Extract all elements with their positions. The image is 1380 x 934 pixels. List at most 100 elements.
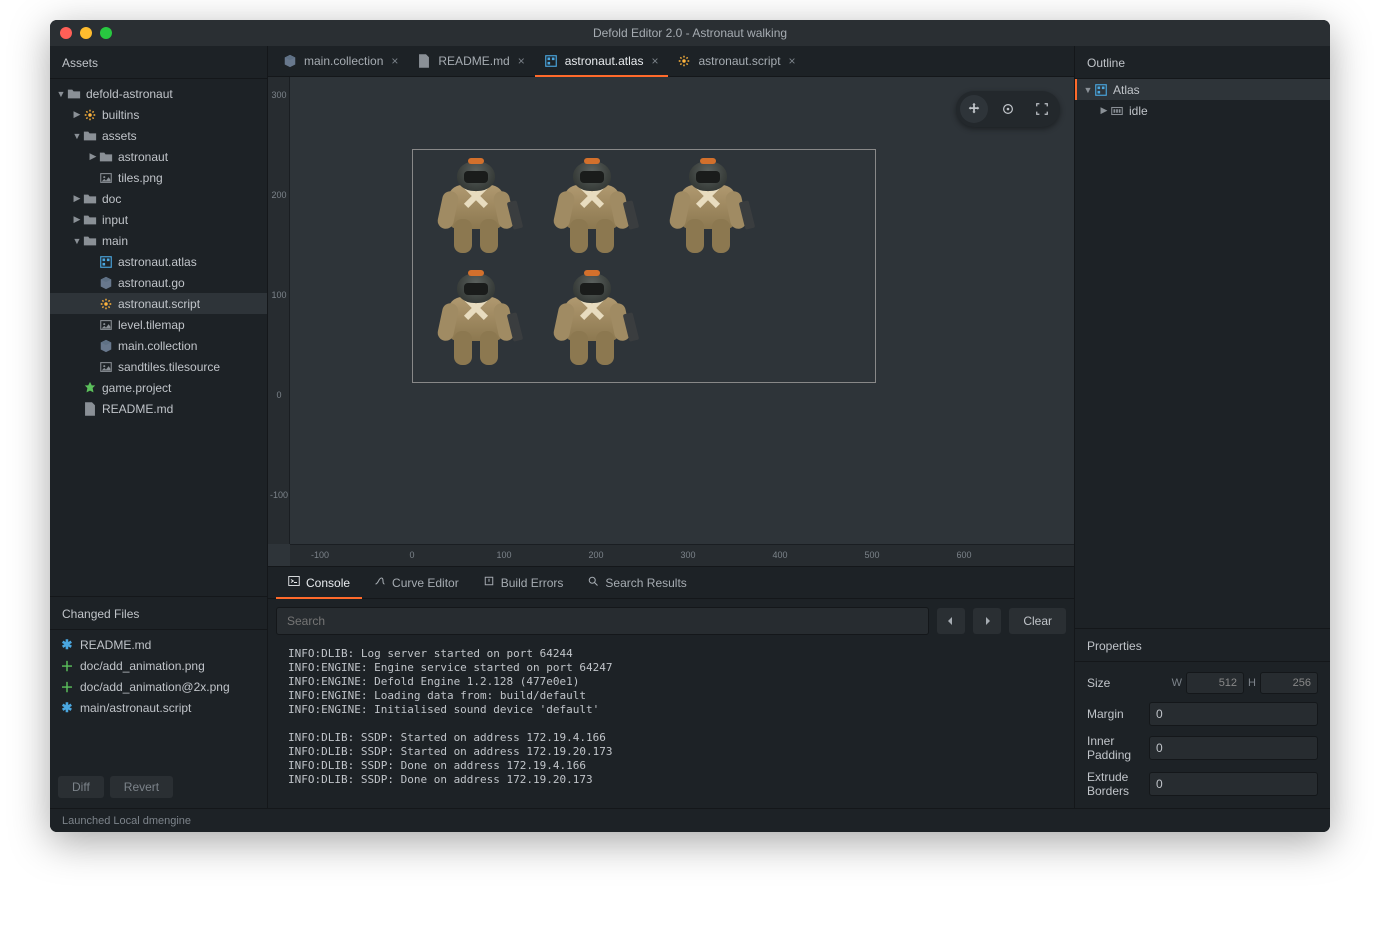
tree-row[interactable]: ▶builtins [50, 104, 267, 125]
assets-tree[interactable]: ▼defold-astronaut▶builtins▼assets▶astron… [50, 79, 267, 596]
atlas-icon [1093, 82, 1109, 98]
changed-file-row[interactable]: ✱main/astronaut.script [50, 697, 267, 718]
bottom-tab-errors[interactable]: Build Errors [471, 567, 576, 598]
changed-file-row[interactable]: ＋doc/add_animation.png [50, 655, 267, 676]
close-window-button[interactable] [60, 27, 72, 39]
changed-file-label: doc/add_animation@2x.png [80, 680, 230, 694]
prop-extrude-input[interactable] [1149, 772, 1318, 796]
atlas-sprite[interactable] [552, 157, 632, 257]
close-icon[interactable]: × [651, 54, 658, 68]
pan-tool-button[interactable] [960, 95, 988, 123]
atlas-sprite[interactable] [552, 269, 632, 369]
console-next-button[interactable] [973, 608, 1001, 634]
changed-file-row[interactable]: ✱README.md [50, 634, 267, 655]
tree-label: main.collection [118, 339, 197, 353]
tree-row[interactable]: sandtiles.tilesource [50, 356, 267, 377]
search-icon [587, 575, 599, 590]
ruler-tick: 100 [496, 544, 511, 566]
close-icon[interactable]: × [391, 54, 398, 68]
prop-height-input[interactable] [1260, 672, 1318, 694]
outline-panel: Outline ▼Atlas▶idle [1075, 46, 1330, 628]
tree-row[interactable]: astronaut.go [50, 272, 267, 293]
app-window: Defold Editor 2.0 - Astronaut walking As… [50, 20, 1330, 832]
close-icon[interactable]: × [518, 54, 525, 68]
bottom-tabbar: Console Curve EditorBuild ErrorsSearch Re… [268, 567, 1074, 599]
rotate-tool-button[interactable] [994, 95, 1022, 123]
editor-tab[interactable]: README.md× [408, 46, 534, 76]
prop-width-input[interactable] [1186, 672, 1244, 694]
tab-label: astronaut.atlas [565, 54, 644, 68]
tree-label: astronaut [118, 150, 168, 164]
outline-row[interactable]: ▼Atlas [1075, 79, 1330, 100]
bottom-tab-curve[interactable]: Curve Editor [362, 567, 471, 598]
tree-row[interactable]: ▶astronaut [50, 146, 267, 167]
tree-label: builtins [102, 108, 139, 122]
tree-row[interactable]: ▼assets [50, 125, 267, 146]
diff-button[interactable]: Diff [58, 776, 104, 798]
tree-label: tiles.png [118, 171, 163, 185]
vertical-ruler: 3002001000-100 [268, 77, 290, 544]
status-text: Launched Local dmengine [62, 815, 191, 827]
bottom-panel: Console Curve EditorBuild ErrorsSearch Re… [268, 566, 1074, 808]
tab-label: astronaut.script [698, 54, 780, 68]
bottom-tab-label: Console [306, 576, 350, 590]
errors-icon [483, 575, 495, 590]
atlas-sprite[interactable] [668, 157, 748, 257]
editor-tab[interactable]: astronaut.atlas × [535, 46, 669, 76]
plus-icon: ＋ [60, 680, 74, 694]
console-search-input[interactable] [276, 607, 929, 635]
tree-row[interactable]: ▼main [50, 230, 267, 251]
canvas[interactable] [290, 77, 1074, 544]
bottom-tab-console[interactable]: Console [276, 567, 362, 598]
prop-margin-input[interactable] [1149, 702, 1318, 726]
changed-file-row[interactable]: ＋ doc/add_animation@2x.png [50, 676, 267, 697]
tree-label: main [102, 234, 128, 248]
prop-extrude-label: Extrude Borders [1087, 770, 1141, 798]
prop-inner-padding-input[interactable] [1149, 736, 1318, 760]
tree-row[interactable]: level.tilemap [50, 314, 267, 335]
ruler-tick: 200 [268, 190, 290, 200]
tree-row[interactable]: astronaut.atlas [50, 251, 267, 272]
console-prev-button[interactable] [937, 608, 965, 634]
cube-icon [98, 338, 114, 354]
tree-label: astronaut.script [118, 297, 200, 311]
folder-icon [82, 212, 98, 228]
atlas-viewport[interactable]: 3002001000-100 -1000100200300400500600 [268, 77, 1074, 566]
changed-files-list[interactable]: ✱README.md＋doc/add_animation.png ＋ doc/add… [50, 630, 267, 770]
tree-row[interactable]: README.md [50, 398, 267, 419]
tree-row[interactable]: ▶input [50, 209, 267, 230]
folder-icon [66, 86, 82, 102]
bottom-tab-search[interactable]: Search Results [575, 567, 698, 598]
tree-row-root[interactable]: ▼defold-astronaut [50, 83, 267, 104]
tree-row[interactable]: astronaut.script [50, 293, 267, 314]
anim-icon [1109, 103, 1125, 119]
outline-label: Atlas [1113, 83, 1140, 97]
close-icon[interactable]: × [789, 54, 796, 68]
atlas-sprite[interactable] [436, 269, 516, 369]
left-sidebar: Assets ▼defold-astronaut▶builtins▼assets… [50, 46, 268, 808]
minimize-window-button[interactable] [80, 27, 92, 39]
tree-row[interactable]: game.project [50, 377, 267, 398]
tab-label: main.collection [304, 54, 383, 68]
editor-tab[interactable]: main.collection × [274, 46, 408, 76]
ruler-tick: 0 [268, 390, 290, 400]
gear-icon [98, 296, 114, 312]
console-output[interactable]: INFO:DLIB: Log server started on port 64… [268, 643, 1074, 808]
editor-tab[interactable]: astronaut.script × [668, 46, 805, 76]
tree-row[interactable]: main.collection [50, 335, 267, 356]
tree-row[interactable]: tiles.png [50, 167, 267, 188]
outline-row[interactable]: ▶idle [1075, 100, 1330, 121]
proj-icon [82, 380, 98, 396]
changed-file-label: main/astronaut.script [80, 701, 191, 715]
outline-tree[interactable]: ▼Atlas▶idle [1075, 79, 1330, 121]
folder-icon [82, 128, 98, 144]
console-clear-button[interactable]: Clear [1009, 608, 1066, 634]
zoom-window-button[interactable] [100, 27, 112, 39]
titlebar: Defold Editor 2.0 - Astronaut walking [50, 20, 1330, 46]
revert-button[interactable]: Revert [110, 776, 173, 798]
cube-icon [98, 275, 114, 291]
atlas-sprite[interactable] [436, 157, 516, 257]
tree-row[interactable]: ▶doc [50, 188, 267, 209]
frame-tool-button[interactable] [1028, 95, 1056, 123]
ruler-tick: 600 [956, 544, 971, 566]
